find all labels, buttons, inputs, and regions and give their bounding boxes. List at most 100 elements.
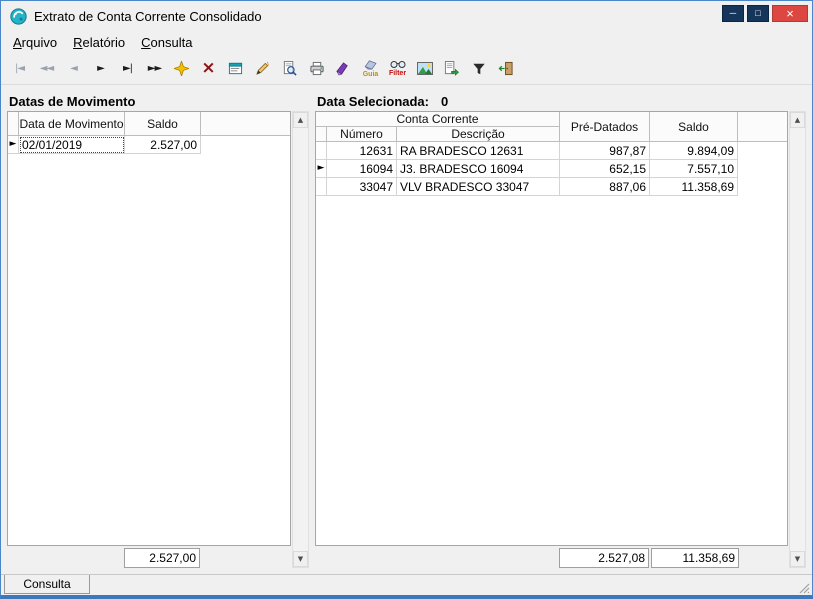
accounts-grid: Conta Corrente Número Descrição Pré-Data… bbox=[315, 111, 788, 546]
right-panel-title: Data Selecionada: 0 bbox=[315, 91, 806, 111]
app-window: Extrato de Conta Corrente Consolidado ─ … bbox=[0, 0, 813, 599]
scroll-down-button[interactable]: ▼ bbox=[790, 551, 805, 567]
purple-brush-icon bbox=[336, 61, 351, 76]
table-row[interactable]: 33047 VLV BRADESCO 33047 887,06 11.358,6… bbox=[316, 178, 787, 196]
cell-descricao[interactable]: VLV BRADESCO 33047 bbox=[397, 178, 560, 196]
maximize-button[interactable]: □ bbox=[747, 5, 769, 22]
prior-record-icon: ◄ bbox=[70, 62, 78, 74]
right-panel: Data Selecionada: 0 Conta Corrente Númer… bbox=[315, 91, 806, 568]
window-controls: ─ □ × bbox=[722, 5, 808, 22]
cell-filler bbox=[738, 160, 787, 178]
preview-magnifier-icon bbox=[282, 61, 297, 76]
right-vertical-scrollbar[interactable]: ▲ ▼ bbox=[789, 111, 806, 568]
column-header-filler bbox=[201, 112, 290, 136]
printer-icon bbox=[309, 61, 325, 76]
prior-page-button[interactable]: ◄◄ bbox=[33, 54, 60, 84]
last-record-button[interactable]: ►| bbox=[114, 54, 141, 84]
dates-grid: Data de Movimento Saldo ► 02/01/2019 2.5… bbox=[7, 111, 291, 546]
footer-total-saldo: 2.527,00 bbox=[124, 548, 200, 568]
footer-total-saldo: 11.358,69 bbox=[651, 548, 739, 568]
menu-consulta-rest: onsulta bbox=[150, 34, 193, 50]
cell-saldo[interactable]: 2.527,00 bbox=[125, 136, 201, 154]
close-button[interactable]: × bbox=[772, 5, 808, 22]
tab-consulta[interactable]: Consulta bbox=[4, 575, 90, 594]
left-vertical-scrollbar[interactable]: ▲ ▼ bbox=[292, 111, 309, 568]
menu-arquivo-rest: rquivo bbox=[21, 34, 58, 50]
group-header-conta-corrente: Conta Corrente bbox=[316, 112, 560, 127]
next-record-icon: ► bbox=[97, 62, 105, 74]
cell-pre-datados[interactable]: 987,87 bbox=[560, 142, 650, 160]
column-header-numero[interactable]: Número bbox=[327, 127, 397, 142]
print-button[interactable] bbox=[303, 54, 330, 84]
cell-saldo[interactable]: 7.557,10 bbox=[650, 160, 738, 178]
cell-filler bbox=[738, 178, 787, 196]
delete-record-button[interactable]: × bbox=[195, 54, 222, 84]
edit-record-button[interactable] bbox=[222, 54, 249, 84]
menu-bar: Arquivo Relatório Consulta bbox=[1, 31, 812, 53]
scroll-track[interactable] bbox=[293, 128, 308, 551]
column-header-pre-datados[interactable]: Pré-Datados bbox=[560, 112, 650, 142]
print-preview-button[interactable] bbox=[276, 54, 303, 84]
column-header-data-de-movimento[interactable]: Data de Movimento bbox=[19, 112, 125, 136]
scroll-track[interactable] bbox=[790, 128, 805, 551]
column-header-saldo[interactable]: Saldo bbox=[650, 112, 738, 142]
cell-data-movimento[interactable]: 02/01/2019 bbox=[19, 136, 125, 154]
exit-button[interactable] bbox=[492, 54, 519, 84]
cell-numero[interactable]: 12631 bbox=[327, 142, 397, 160]
picture-icon bbox=[416, 62, 433, 75]
current-row-indicator-icon: ► bbox=[317, 163, 325, 173]
cell-pre-datados[interactable]: 887,06 bbox=[560, 178, 650, 196]
exit-door-icon bbox=[498, 61, 514, 76]
glasses-icon bbox=[389, 60, 406, 69]
menu-arquivo[interactable]: Arquivo bbox=[5, 33, 65, 52]
prior-page-icon: ◄◄ bbox=[39, 62, 54, 74]
column-header-saldo[interactable]: Saldo bbox=[125, 112, 201, 136]
table-row[interactable]: 12631 RA BRADESCO 12631 987,87 9.894,09 bbox=[316, 142, 787, 160]
filter-glasses-button[interactable]: Filter bbox=[384, 54, 411, 84]
scroll-down-button[interactable]: ▼ bbox=[293, 551, 308, 567]
cell-saldo[interactable]: 11.358,69 bbox=[650, 178, 738, 196]
row-indicator-cell bbox=[316, 178, 327, 196]
scroll-up-button[interactable]: ▲ bbox=[790, 112, 805, 128]
selected-date-label: Data Selecionada: bbox=[317, 93, 429, 109]
cell-pre-datados[interactable]: 652,15 bbox=[560, 160, 650, 178]
menu-consulta-accel: C bbox=[141, 34, 151, 50]
indicator-column-header bbox=[316, 127, 327, 142]
title-bar: Extrato de Conta Corrente Consolidado ─ … bbox=[1, 1, 812, 31]
minimize-button[interactable]: ─ bbox=[722, 5, 744, 22]
cell-saldo[interactable]: 9.894,09 bbox=[650, 142, 738, 160]
clear-button[interactable] bbox=[330, 54, 357, 84]
export-button[interactable] bbox=[438, 54, 465, 84]
next-record-button[interactable]: ► bbox=[87, 54, 114, 84]
left-panel: Datas de Movimento Data de Movimento Sal… bbox=[7, 91, 309, 568]
cell-descricao[interactable]: RA BRADESCO 12631 bbox=[397, 142, 560, 160]
table-row[interactable]: ► 16094 J3. BRADESCO 16094 652,15 7.557,… bbox=[316, 160, 787, 178]
picture-button[interactable] bbox=[411, 54, 438, 84]
guia-button[interactable]: Guia bbox=[357, 54, 384, 84]
menu-arquivo-accel: A bbox=[13, 34, 22, 50]
execute-search-button[interactable] bbox=[249, 54, 276, 84]
window-title: Extrato de Conta Corrente Consolidado bbox=[34, 8, 262, 24]
next-page-button[interactable]: ►► bbox=[141, 54, 168, 84]
filter-caption: Filter bbox=[388, 70, 407, 77]
column-header-descricao[interactable]: Descrição bbox=[397, 127, 560, 142]
footer-total-pre-datados: 2.527,08 bbox=[559, 548, 649, 568]
scroll-up-button[interactable]: ▲ bbox=[293, 112, 308, 128]
footer-spacer bbox=[315, 548, 559, 568]
guia-eraser-icon bbox=[364, 59, 378, 70]
table-row[interactable]: ► 02/01/2019 2.527,00 bbox=[8, 136, 290, 154]
first-record-button[interactable]: |◄ bbox=[6, 54, 33, 84]
cell-descricao[interactable]: J3. BRADESCO 16094 bbox=[397, 160, 560, 178]
menu-consulta[interactable]: Consulta bbox=[133, 33, 200, 52]
toolbar: |◄ ◄◄ ◄ ► ►| ►► × Guia Filter bbox=[1, 53, 812, 85]
insert-record-icon bbox=[174, 61, 189, 76]
cell-numero[interactable]: 33047 bbox=[327, 178, 397, 196]
indicator-column-header bbox=[8, 112, 19, 136]
cell-numero[interactable]: 16094 bbox=[327, 160, 397, 178]
prior-record-button[interactable]: ◄ bbox=[60, 54, 87, 84]
filter-funnel-button[interactable] bbox=[465, 54, 492, 84]
cell-filler bbox=[201, 136, 290, 154]
insert-record-button[interactable] bbox=[168, 54, 195, 84]
resize-grip-icon[interactable] bbox=[799, 583, 810, 594]
menu-relatorio[interactable]: Relatório bbox=[65, 33, 133, 52]
